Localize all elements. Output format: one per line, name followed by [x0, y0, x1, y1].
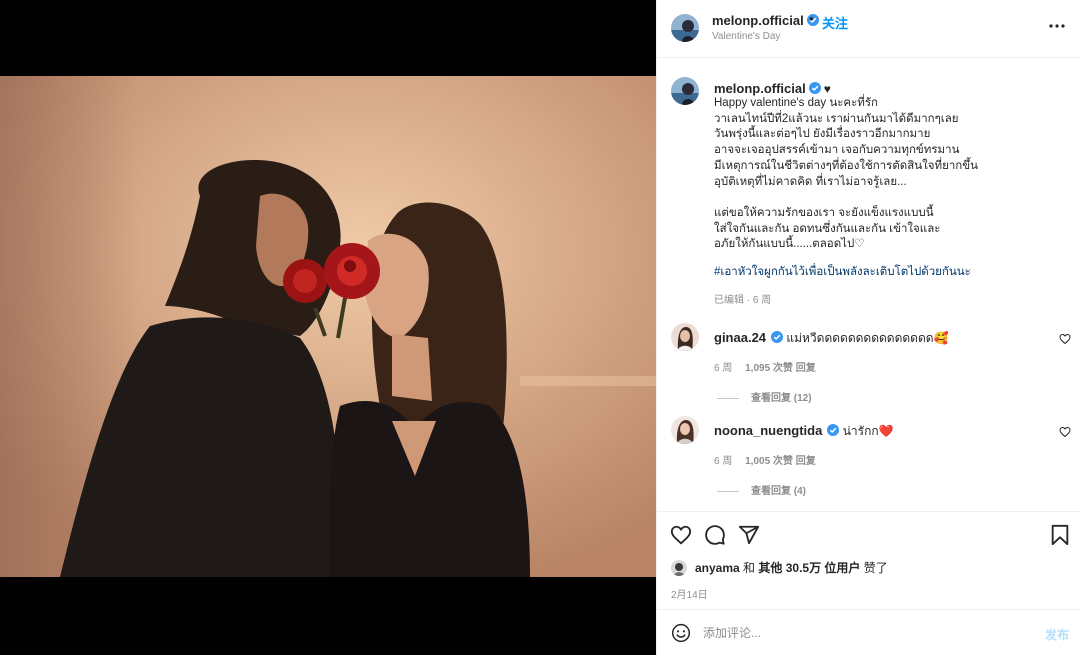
comment-item: noona_nuengtida น่ารักก❤️ 6 周 1,005 次赞 回… — [657, 416, 1080, 498]
comment-body: น่ารักก❤️ — [842, 424, 894, 438]
comment-input[interactable] — [703, 620, 1023, 646]
photo-couple-kiss-roses — [0, 76, 656, 577]
post-date[interactable]: 2月14日 — [671, 586, 708, 601]
comments-scroll-area[interactable]: melonp.official ♥ Happy valentine's day น… — [657, 59, 1080, 511]
caption-meta: 已编辑 · 6 周 — [714, 295, 772, 306]
caption-hashtag[interactable]: #เอาหัวใจผูกกันไว้เพื่อเป็นพลังละเติบโตไ… — [714, 263, 971, 281]
commenter-avatar[interactable] — [671, 416, 699, 444]
likes-and: 和 — [743, 561, 756, 575]
post-actions: anyama 和 其他 30.5万 位用户 赞了 2月14日 — [657, 511, 1080, 609]
commenter-avatar[interactable] — [671, 323, 699, 351]
view-replies-button[interactable]: 查看回复 (4) — [717, 482, 806, 497]
likes-summary: anyama 和 其他 30.5万 位用户 赞了 — [671, 559, 888, 576]
verified-badge-icon — [808, 82, 821, 94]
comment-heart-icon[interactable] — [1059, 333, 1071, 345]
comment-meta: 6 周 1,095 次赞 回复 — [714, 359, 816, 374]
follow-button[interactable]: 关注 — [822, 13, 848, 32]
liker-username[interactable]: anyama — [695, 561, 740, 575]
comment-username[interactable]: noona_nuengtida — [714, 423, 822, 438]
heart-icon[interactable] — [670, 524, 692, 546]
post-header: melonp.official • 关注 Valentine's Day — [657, 0, 1080, 58]
comment-body: แม่หวีดดดดดดดดดดดดดดด🥰 — [786, 331, 949, 345]
view-replies-button[interactable]: 查看回复 (12) — [717, 389, 812, 404]
replies-line — [717, 397, 739, 399]
comment-meta: 6 周 1,005 次赞 回复 — [714, 452, 816, 467]
comment-text: ginaa.24 แม่หวีดดดดดดดดดดดดดดด🥰 — [714, 329, 949, 348]
author-username-text[interactable]: melonp.official — [712, 13, 804, 28]
reply-button[interactable]: 回复 — [796, 456, 816, 467]
view-replies-label[interactable]: 查看回复 (4) — [751, 486, 806, 497]
post-media[interactable] — [0, 0, 656, 655]
comment-heart-icon[interactable] — [1059, 426, 1071, 438]
likes-suffix: 赞了 — [863, 561, 888, 575]
caption-username[interactable]: melonp.official — [714, 81, 806, 96]
liker-avatar[interactable] — [671, 560, 687, 576]
post-location[interactable]: Valentine's Day — [712, 31, 780, 42]
follow-separator: • — [809, 11, 814, 26]
post-comment-button[interactable]: 发布 — [1045, 626, 1069, 643]
more-options-icon[interactable] — [1045, 14, 1069, 38]
reply-button[interactable]: 回复 — [796, 363, 816, 374]
emoji-icon[interactable] — [671, 623, 691, 643]
post-photo[interactable] — [0, 76, 656, 577]
comment-text: noona_nuengtida น่ารักก❤️ — [714, 422, 894, 441]
comment-item: ginaa.24 แม่หวีดดดดดดดดดดดดดดด🥰 6 周 1,09… — [657, 323, 1080, 405]
post-detail-panel: melonp.official • 关注 Valentine's Day mel… — [656, 0, 1080, 655]
author-avatar[interactable] — [671, 14, 699, 42]
view-replies-label[interactable]: 查看回复 (12) — [751, 393, 812, 404]
comment-likes[interactable]: 1,005 次赞 — [745, 456, 793, 467]
verified-badge-icon — [771, 331, 784, 343]
caption-avatar[interactable] — [671, 77, 699, 105]
comment-likes[interactable]: 1,095 次赞 — [745, 363, 793, 374]
likes-others[interactable]: 其他 30.5万 位用户 — [758, 561, 860, 575]
caption-header: melonp.official ♥ — [714, 81, 831, 96]
share-icon[interactable] — [738, 524, 760, 546]
comment-composer: 发布 — [657, 609, 1080, 655]
caption-text: Happy valentine's day นะคะที่รัก วาเลนไท… — [714, 97, 978, 251]
caption-heart: ♥ — [823, 82, 831, 96]
bookmark-icon[interactable] — [1049, 524, 1071, 546]
verified-badge-icon — [827, 424, 840, 436]
author-username[interactable]: melonp.official — [712, 13, 819, 28]
comment-age: 6 周 — [714, 456, 733, 467]
comment-icon[interactable] — [704, 524, 726, 546]
replies-line — [717, 490, 739, 492]
comment-age: 6 周 — [714, 363, 733, 374]
comment-username[interactable]: ginaa.24 — [714, 330, 766, 345]
